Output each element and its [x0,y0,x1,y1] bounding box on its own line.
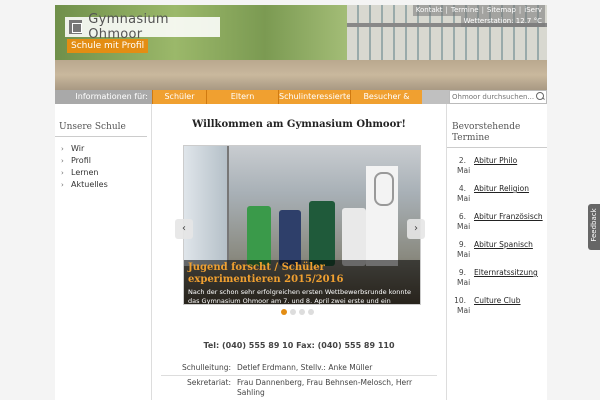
events-sidebar: Bevorstehende Termine 2. Abitur Philo Mai… [446,104,547,400]
sidebar-item-lernen[interactable]: › Lernen [61,167,151,179]
sidebar: Unsere Schule › Wir › Profil › Lernen › Aktu… [55,104,152,400]
chevron-right-icon: › [61,181,64,189]
main-nav: Informationen für: Schüler Eltern Schuli… [55,90,547,115]
top-links: Kontakt | Termine | Sitemap | iServ [412,5,545,16]
slide-text: Nach der schon sehr erfolgreichen ersten… [188,288,411,305]
event-month: Mai [457,250,471,259]
event-day: 9. [458,268,466,277]
search-input[interactable] [450,91,534,103]
chevron-right-icon: › [61,169,64,177]
slide-photo-person [279,210,301,266]
slide-caption[interactable]: Jugend forscht / Schüler experimentieren… [184,260,420,304]
slider-dot[interactable] [290,309,296,315]
events-list: 2. Abitur Philo Mai 4. Abitur Religion Mai… [447,156,547,316]
header-banner: Gymnasium Ohmoor Schule mit Profil Konta… [55,5,547,90]
event-link[interactable]: Abitur Französisch [474,212,543,222]
event-day: 4. [458,184,466,193]
info-key: Sekretariat: [186,378,231,387]
info-value: Frau Dannenberg, Frau Behnsen-Melosch, H… [237,378,413,397]
feedback-tab[interactable]: Feedback [588,204,600,250]
event-link[interactable]: Abitur Religion [474,184,529,194]
event-month: Mai [457,278,471,287]
sidebar-item-label: Aktuelles [71,180,108,189]
event-day: 10. [454,296,466,305]
image-slider[interactable]: Jugend forscht / Schüler experimentieren… [183,145,421,305]
event-month: Mai [457,306,471,315]
event-item: 9. Abitur Spanisch Mai [447,240,547,260]
event-item: 6. Abitur Französisch Mai [447,212,547,232]
logo-title: Gymnasium Ohmoor [88,12,169,42]
info-table: Schulleitung: Detlef Erdmann, Stellv.: A… [161,361,437,400]
page: Gymnasium Ohmoor Schule mit Profil Konta… [55,5,547,400]
weather-station[interactable]: Wetterstation: 12.7 °C [460,16,545,27]
sidebar-item-label: Lernen [71,168,99,177]
search-icon[interactable] [534,91,546,103]
main-content: Willkommen am Gymnasium Ohmoor! Jugend f… [153,104,445,400]
header-photo-yard [55,60,547,90]
event-day: 6. [458,212,466,221]
info-row: Sekretariat: Frau Dannenberg, Frau Behns… [161,376,437,400]
sidebar-item-wir[interactable]: › Wir [61,143,151,155]
slide-photo-person [342,208,366,266]
logo-icon [69,20,83,34]
slider-dot[interactable] [299,309,305,315]
page-title: Willkommen am Gymnasium Ohmoor! [192,119,406,130]
slide-photo-person [247,206,271,266]
event-item: 9. Elternratssitzung Mai [447,268,547,288]
slider-prev-button[interactable]: ‹ [175,219,193,239]
top-link-iserv[interactable]: iServ [524,5,542,16]
nav-item-eltern[interactable]: Eltern [206,90,278,104]
event-link[interactable]: Abitur Spanisch [474,240,533,250]
sidebar-item-profil[interactable]: › Profil [61,155,151,167]
event-item: 2. Abitur Philo Mai [447,156,547,176]
chevron-left-icon: ‹ [182,223,186,234]
slide-photo-banner [366,166,398,266]
event-link[interactable]: Elternratssitzung [474,268,538,278]
slider-dot[interactable] [308,309,314,315]
sidebar-title: Unsere Schule [55,104,147,137]
slide-photo-window [184,146,229,266]
contact-phone-fax: Tel: (040) 555 89 10 Fax: (040) 555 89 1… [203,341,395,350]
site-logo[interactable]: Gymnasium Ohmoor [65,12,220,42]
event-link[interactable]: Culture Club [474,296,521,306]
event-month: Mai [457,194,471,203]
event-link[interactable]: Abitur Philo [474,156,517,166]
info-value: Detlef Erdmann, Stellv.: Anke Müller [237,363,373,372]
events-title: Bevorstehende Termine [447,104,547,148]
sidebar-item-label: Profil [71,156,91,165]
chevron-right-icon: › [61,145,64,153]
nav-item-schueler[interactable]: Schüler [152,90,206,104]
top-link-kontakt[interactable]: Kontakt [416,5,443,16]
slider-next-button[interactable]: › [407,219,425,239]
chevron-right-icon: › [61,157,64,165]
nav-item-besucher-partner[interactable]: Besucher & Partner [350,90,422,115]
event-item: 10. Culture Club Mai [447,296,547,316]
event-month: Mai [457,166,471,175]
tagline: Schule mit Profil [67,39,149,53]
chevron-right-icon: › [414,223,418,234]
top-link-termine[interactable]: Termine [451,5,479,16]
info-row: Schulleitung: Detlef Erdmann, Stellv.: A… [161,361,437,376]
slide-photo-person [309,201,335,266]
slide-title: Jugend forscht / Schüler experimentieren… [188,262,344,285]
top-link-sitemap[interactable]: Sitemap [487,5,516,16]
info-key: Schulleitung: [182,363,231,372]
nav-item-schulinteressierte[interactable]: Schulinteressierte [278,90,351,104]
sidebar-list: › Wir › Profil › Lernen › Aktuelles [55,137,151,191]
event-month: Mai [457,222,471,231]
sidebar-item-aktuelles[interactable]: › Aktuelles [61,179,151,191]
search-box [449,90,547,104]
slider-dots [281,309,314,315]
event-day: 2. [458,156,466,165]
nav-label: Informationen für: [55,90,152,104]
event-item: 4. Abitur Religion Mai [447,184,547,204]
sidebar-item-label: Wir [71,144,85,153]
event-day: 9. [458,240,466,249]
feedback-label: Feedback [590,208,598,242]
slider-dot[interactable] [281,309,287,315]
